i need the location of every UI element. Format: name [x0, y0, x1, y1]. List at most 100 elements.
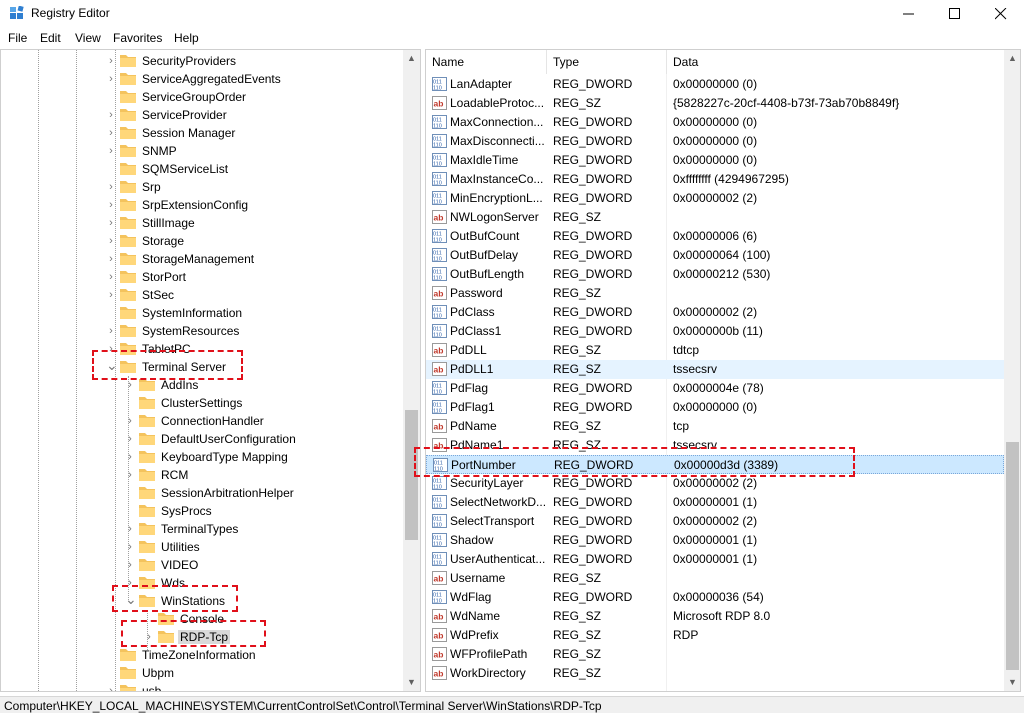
value-row-shadow[interactable]: 011 110 Shadow REG_DWORD 0x00000001 (1) — [426, 531, 1004, 550]
collapsed-chevron-icon[interactable]: › — [106, 234, 116, 248]
value-row-securitylayer[interactable]: 011 110 SecurityLayer REG_DWORD 0x00000002 (… — [426, 474, 1004, 493]
tree-item-securityproviders[interactable]: › SecurityProviders — [1, 52, 403, 70]
value-row-pdname1[interactable]: ab PdName1 REG_SZ tssecsrv — [426, 436, 1004, 455]
tree-item-snmp[interactable]: › SNMP — [1, 142, 403, 160]
collapsed-chevron-icon[interactable]: › — [144, 630, 154, 644]
collapsed-chevron-icon[interactable]: › — [106, 144, 116, 158]
collapsed-chevron-icon[interactable]: › — [106, 126, 116, 140]
menu-view[interactable]: View — [75, 31, 101, 45]
scroll-up-arrow[interactable]: ▲ — [1004, 50, 1020, 67]
value-row-pddll[interactable]: ab PdDLL REG_SZ tdtcp — [426, 341, 1004, 360]
collapsed-chevron-icon[interactable]: › — [106, 252, 116, 266]
collapsed-chevron-icon[interactable]: › — [106, 54, 116, 68]
collapsed-chevron-icon[interactable]: › — [106, 324, 116, 338]
value-row-pdclass[interactable]: 011 110 PdClass REG_DWORD 0x00000002 (2) — [426, 303, 1004, 322]
value-row-maxinstanceco[interactable]: 011 110 MaxInstanceCo... REG_DWORD 0xfffffff… — [426, 170, 1004, 189]
tree-item-rcm[interactable]: › RCM — [1, 466, 403, 484]
collapsed-chevron-icon[interactable]: › — [106, 288, 116, 302]
tree-scroll-thumb[interactable] — [405, 410, 418, 540]
tree-item-session-manager[interactable]: › Session Manager — [1, 124, 403, 142]
minimize-button[interactable] — [886, 0, 932, 28]
collapsed-chevron-icon[interactable]: › — [125, 450, 135, 464]
tree-item-stsec[interactable]: › StSec — [1, 286, 403, 304]
tree-item-ubpm[interactable]: Ubpm — [1, 664, 403, 682]
collapsed-chevron-icon[interactable]: › — [125, 576, 135, 590]
tree-item-addins[interactable]: › AddIns — [1, 376, 403, 394]
value-row-lanadapter[interactable]: 011 110 LanAdapter REG_DWORD 0x00000000 (0) — [426, 75, 1004, 94]
close-button[interactable] — [978, 0, 1024, 28]
value-row-outbufdelay[interactable]: 011 110 OutBufDelay REG_DWORD 0x00000064 (10… — [426, 246, 1004, 265]
value-row-pdname[interactable]: ab PdName REG_SZ tcp — [426, 417, 1004, 436]
value-row-minencryptionl[interactable]: 011 110 MinEncryptionL... REG_DWORD 0x000000… — [426, 189, 1004, 208]
collapsed-chevron-icon[interactable]: › — [125, 522, 135, 536]
registry-value-list[interactable]: Name Type Data 011 110 LanAdapter REG_DWORD… — [425, 49, 1021, 692]
tree-item-wds[interactable]: › Wds — [1, 574, 403, 592]
maximize-button[interactable] — [932, 0, 978, 28]
value-row-wfprofilepath[interactable]: ab WFProfilePath REG_SZ — [426, 645, 1004, 664]
menu-file[interactable]: File — [8, 31, 27, 45]
tree-item-storagemanagement[interactable]: › StorageManagement — [1, 250, 403, 268]
value-row-pdflag1[interactable]: 011 110 PdFlag1 REG_DWORD 0x00000000 (0) — [426, 398, 1004, 417]
menu-help[interactable]: Help — [174, 31, 199, 45]
tree-item-console[interactable]: Console — [1, 610, 403, 628]
value-row-pddll1[interactable]: ab PdDLL1 REG_SZ tssecsrv — [426, 360, 1004, 379]
tree-item-systeminformation[interactable]: SystemInformation — [1, 304, 403, 322]
registry-key-tree[interactable]: › SecurityProviders › ServiceAggregatedEven… — [0, 49, 421, 692]
collapsed-chevron-icon[interactable]: › — [125, 468, 135, 482]
collapsed-chevron-icon[interactable]: › — [106, 108, 116, 122]
collapsed-chevron-icon[interactable]: › — [125, 540, 135, 554]
column-header-name[interactable]: Name — [426, 50, 547, 74]
tree-item-terminaltypes[interactable]: › TerminalTypes — [1, 520, 403, 538]
collapsed-chevron-icon[interactable]: › — [106, 270, 116, 284]
tree-item-winstations[interactable]: ⌄ WinStations — [1, 592, 403, 610]
value-row-userauthenticat[interactable]: 011 110 UserAuthenticat... REG_DWORD 0x00000… — [426, 550, 1004, 569]
value-row-pdflag[interactable]: 011 110 PdFlag REG_DWORD 0x0000004e (78) — [426, 379, 1004, 398]
tree-item-servicegrouporder[interactable]: ServiceGroupOrder — [1, 88, 403, 106]
value-row-username[interactable]: ab Username REG_SZ — [426, 569, 1004, 588]
title-bar[interactable]: Registry Editor — [0, 0, 1024, 28]
tree-item-sysprocs[interactable]: SysProcs — [1, 502, 403, 520]
value-row-selectnetworkd[interactable]: 011 110 SelectNetworkD... REG_DWORD 0x000000… — [426, 493, 1004, 512]
tree-item-stillimage[interactable]: › StillImage — [1, 214, 403, 232]
tree-item-storage[interactable]: › Storage — [1, 232, 403, 250]
collapsed-chevron-icon[interactable]: › — [125, 432, 135, 446]
value-row-loadableprotoc[interactable]: ab LoadableProtoc... REG_SZ {5828227c-20cf-… — [426, 94, 1004, 113]
collapsed-chevron-icon[interactable]: › — [106, 342, 116, 356]
collapsed-chevron-icon[interactable]: › — [106, 216, 116, 230]
column-header-data[interactable]: Data — [667, 50, 1004, 74]
value-row-portnumber[interactable]: 011 110 PortNumber REG_DWORD 0x00000d3d (338… — [426, 455, 1004, 474]
tree-item-connectionhandler[interactable]: › ConnectionHandler — [1, 412, 403, 430]
collapsed-chevron-icon[interactable]: › — [125, 414, 135, 428]
tree-item-keyboardtype-mapping[interactable]: › KeyboardType Mapping — [1, 448, 403, 466]
scroll-up-arrow[interactable]: ▲ — [403, 50, 420, 67]
tree-item-terminal-server[interactable]: ⌄ Terminal Server — [1, 358, 403, 376]
tree-item-sqmservicelist[interactable]: SQMServiceList — [1, 160, 403, 178]
value-row-outbufcount[interactable]: 011 110 OutBufCount REG_DWORD 0x00000006 (6) — [426, 227, 1004, 246]
value-row-outbuflength[interactable]: 011 110 OutBufLength REG_DWORD 0x00000212 (5… — [426, 265, 1004, 284]
value-row-nwlogonserver[interactable]: ab NWLogonServer REG_SZ — [426, 208, 1004, 227]
scroll-down-arrow[interactable]: ▼ — [1004, 674, 1020, 691]
collapsed-chevron-icon[interactable]: › — [125, 378, 135, 392]
tree-item-timezoneinformation[interactable]: TimeZoneInformation — [1, 646, 403, 664]
list-scroll-thumb[interactable] — [1006, 442, 1019, 670]
value-row-maxconnection[interactable]: 011 110 MaxConnection... REG_DWORD 0x0000000… — [426, 113, 1004, 132]
tree-item-storport[interactable]: › StorPort — [1, 268, 403, 286]
collapsed-chevron-icon[interactable]: › — [125, 558, 135, 572]
expanded-chevron-icon[interactable]: ⌄ — [106, 358, 118, 374]
expanded-chevron-icon[interactable]: ⌄ — [125, 592, 137, 608]
menu-edit[interactable]: Edit — [40, 31, 61, 45]
tree-item-systemresources[interactable]: › SystemResources — [1, 322, 403, 340]
value-row-pdclass1[interactable]: 011 110 PdClass1 REG_DWORD 0x0000000b (11) — [426, 322, 1004, 341]
value-row-maxdisconnecti[interactable]: 011 110 MaxDisconnecti... REG_DWORD 0x000000… — [426, 132, 1004, 151]
value-row-wdprefix[interactable]: ab WdPrefix REG_SZ RDP — [426, 626, 1004, 645]
value-row-wdflag[interactable]: 011 110 WdFlag REG_DWORD 0x00000036 (54) — [426, 588, 1004, 607]
value-row-workdirectory[interactable]: ab WorkDirectory REG_SZ — [426, 664, 1004, 683]
scroll-down-arrow[interactable]: ▼ — [403, 674, 420, 691]
collapsed-chevron-icon[interactable]: › — [106, 72, 116, 86]
value-row-wdname[interactable]: ab WdName REG_SZ Microsoft RDP 8.0 — [426, 607, 1004, 626]
value-row-password[interactable]: ab Password REG_SZ — [426, 284, 1004, 303]
tree-item-serviceaggregatedevents[interactable]: › ServiceAggregatedEvents — [1, 70, 403, 88]
tree-item-rdp-tcp[interactable]: › RDP-Tcp — [1, 628, 403, 646]
list-scrollbar[interactable]: ▲ ▼ — [1004, 50, 1020, 691]
tree-item-serviceprovider[interactable]: › ServiceProvider — [1, 106, 403, 124]
